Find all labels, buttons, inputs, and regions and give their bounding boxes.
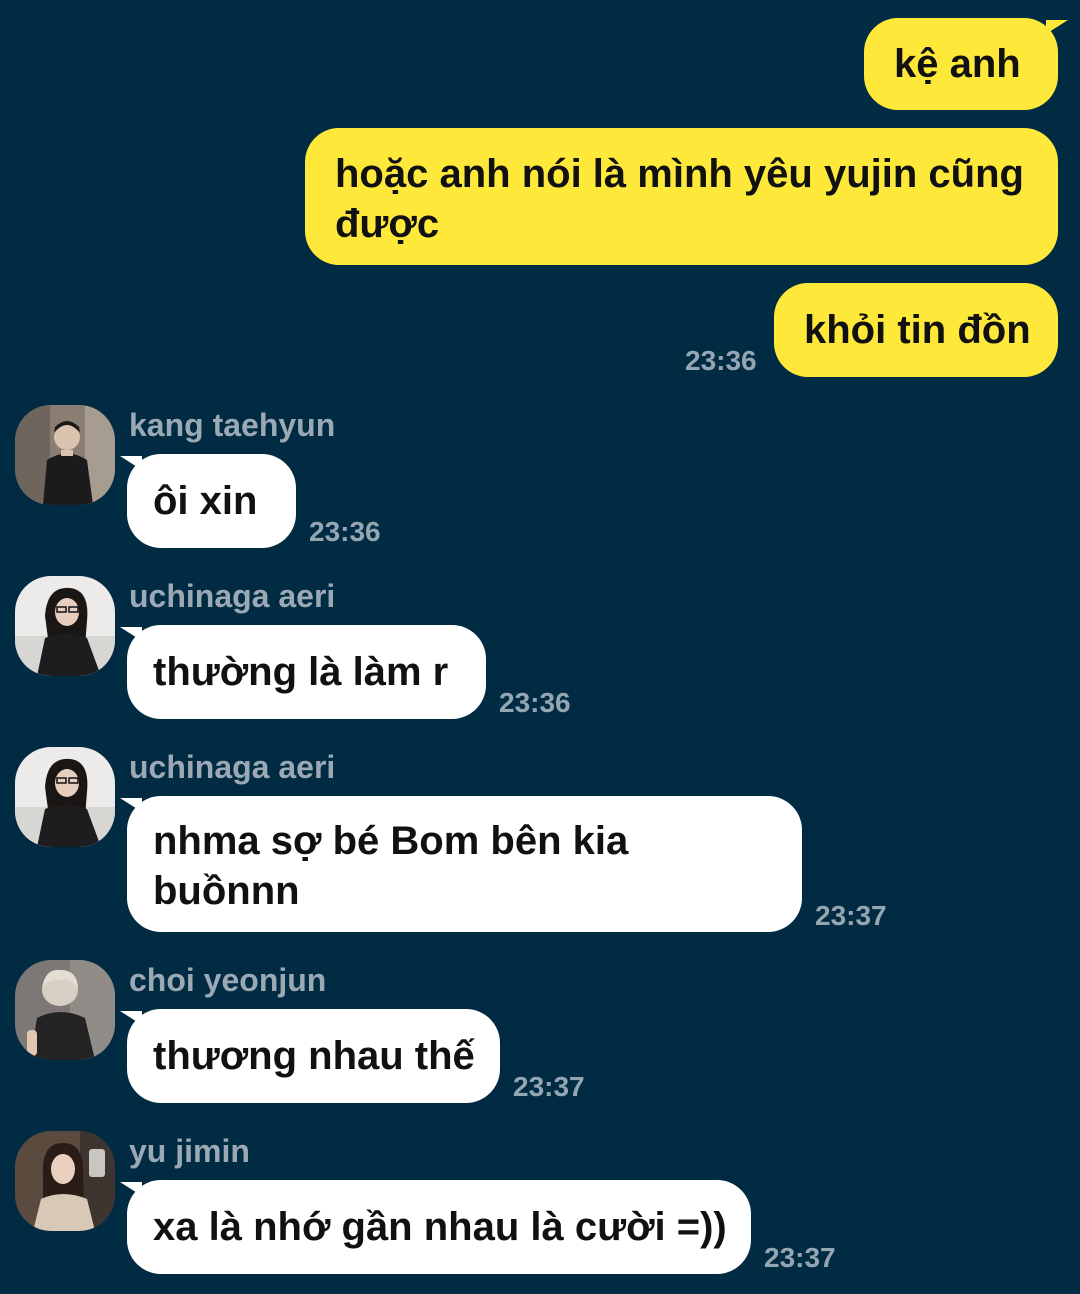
incoming-message-bubble[interactable]: ôi xin — [127, 454, 296, 548]
message-text: kệ anh — [894, 42, 1021, 86]
incoming-message-bubble[interactable]: thương nhau thế — [127, 1009, 500, 1103]
bubble-tail — [1046, 20, 1068, 34]
message-timestamp: 23:37 — [815, 900, 887, 931]
sender-name: uchinaga aeri — [129, 749, 336, 785]
message-text: thương nhau thế — [153, 1034, 475, 1078]
message-timestamp: 23:37 — [764, 1242, 836, 1273]
avatar[interactable] — [15, 960, 115, 1060]
message-text: xa là nhớ gần nhau là cười =)) — [153, 1205, 727, 1249]
message-text: nhma sợ bé Bom bên kia buồnnn — [153, 819, 629, 913]
incoming-message-bubble[interactable]: thường là làm r — [127, 625, 486, 719]
outgoing-message-bubble[interactable]: hoặc anh nói là mình yêu yujin cũng được — [305, 128, 1058, 265]
incoming-message-bubble[interactable]: nhma sợ bé Bom bên kia buồnnn — [127, 796, 802, 932]
message-timestamp: 23:36 — [499, 687, 571, 718]
message-text: khỏi tin đồn — [804, 308, 1031, 352]
sender-name: kang taehyun — [129, 407, 336, 443]
sender-name: choi yeonjun — [129, 962, 327, 998]
outgoing-message-bubble[interactable]: kệ anh — [864, 18, 1058, 110]
incoming-message-bubble[interactable]: xa là nhớ gần nhau là cười =)) — [127, 1180, 751, 1274]
avatar[interactable] — [15, 1131, 115, 1231]
outgoing-message-bubble[interactable]: khỏi tin đồn — [774, 283, 1058, 377]
avatar[interactable] — [15, 405, 115, 505]
message-timestamp: 23:36 — [685, 345, 757, 376]
avatar[interactable] — [15, 747, 115, 847]
message-text: hoặc anh nói là mình yêu yujin cũng được — [335, 152, 1024, 246]
avatar[interactable] — [15, 576, 115, 676]
message-timestamp: 23:37 — [513, 1071, 585, 1102]
sender-name: yu jimin — [129, 1133, 250, 1169]
message-text: ôi xin — [153, 479, 258, 523]
message-text: thường là làm r — [153, 650, 449, 694]
message-timestamp: 23:36 — [309, 516, 381, 547]
sender-name: uchinaga aeri — [129, 578, 336, 614]
